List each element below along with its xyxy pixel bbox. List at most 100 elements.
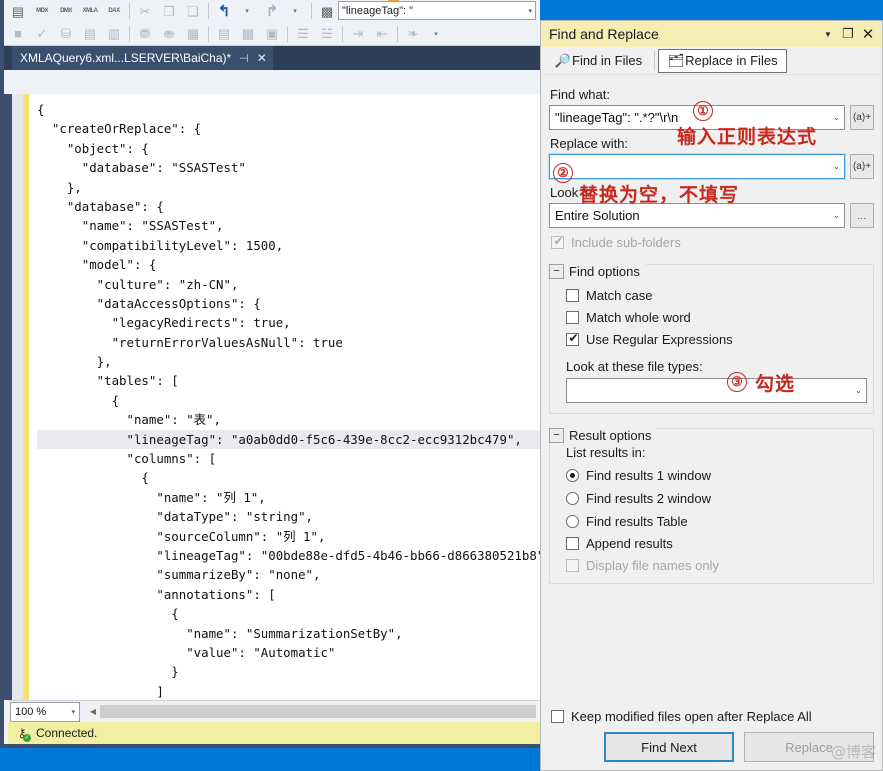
match-whole-word-row[interactable]: Match whole word [566, 310, 867, 325]
display-file-names-only-row[interactable]: Display file names only [566, 558, 867, 573]
code-editor[interactable]: { "createOrReplace": { "object": { "data… [4, 94, 540, 700]
chevron-down-icon[interactable]: ⌄ [851, 386, 862, 395]
collapse-toggle-icon[interactable]: − [549, 264, 564, 279]
chevron-down-icon[interactable]: ▾ [526, 7, 532, 15]
find-and-replace-dialog: Find and Replace ▼ ❐ ✕ 🔎 Find in Files 🗂… [540, 20, 883, 771]
comment-icon[interactable]: ☰ [292, 24, 314, 44]
find-what-input[interactable]: "lineageTag": ".*?"\r\n ⌄ [549, 105, 845, 130]
append-results-row[interactable]: Append results [566, 536, 867, 551]
include-subfolders-row[interactable]: Include sub-folders [551, 234, 874, 250]
results-grid-icon[interactable]: ⛂ [158, 24, 180, 44]
replace-regex-builder-button[interactable]: (a)+ [850, 154, 874, 179]
tab-find-in-files-label: Find in Files [572, 53, 643, 68]
bookmark-icon[interactable]: ❧ [402, 24, 424, 44]
results-file-icon[interactable]: ▤ [213, 24, 235, 44]
browse-folder-button[interactable]: ... [850, 203, 874, 228]
code-line: "dataType": "string", [37, 509, 314, 525]
client-stats-icon[interactable]: ▥ [103, 24, 125, 44]
find-results-1-row[interactable]: Find results 1 window [566, 468, 867, 483]
display-file-names-only-checkbox[interactable] [566, 559, 579, 572]
indent-icon[interactable]: ⇥ [347, 24, 369, 44]
template-explorer-icon[interactable]: ▣ [261, 24, 283, 44]
object-explorer-icon[interactable]: ▩ [237, 24, 259, 44]
cut-icon[interactable]: ✂ [134, 1, 156, 21]
quick-find-box[interactable]: "lineageTag": " ▾ [338, 1, 536, 20]
replace-with-input[interactable]: ⌄ [548, 153, 846, 180]
find-results-2-radio[interactable] [566, 492, 579, 505]
find-options-group: − Find options Match case Match whole wo… [549, 264, 874, 414]
horizontal-scrollbar[interactable]: ◀ [86, 704, 538, 719]
chevron-down-icon[interactable]: ▼ [818, 24, 838, 44]
close-icon[interactable]: ✕ [858, 24, 878, 44]
parse-icon[interactable]: ✓ [31, 24, 53, 44]
code-line: }, [37, 179, 82, 195]
undo-dropdown-icon[interactable]: ▾ [237, 1, 259, 21]
keep-modified-checkbox[interactable] [551, 710, 564, 723]
code-text[interactable]: { "createOrReplace": { "object": { "data… [29, 94, 540, 700]
find-regex-builder-button[interactable]: (a)+ [850, 105, 874, 130]
results-text-icon[interactable]: ▦ [182, 24, 204, 44]
query-options-icon[interactable]: ⛃ [134, 24, 156, 44]
use-regex-checkbox[interactable] [566, 331, 580, 346]
scrollbar-thumb[interactable] [100, 705, 536, 718]
find-results-1-radio[interactable] [566, 469, 579, 482]
look-in-select[interactable]: Entire Solution ⌄ [549, 203, 845, 228]
dmx-icon[interactable]: DMX [55, 1, 77, 21]
code-line: "columns": [ [37, 451, 217, 467]
close-icon[interactable]: ✕ [257, 51, 267, 65]
find-results-table-row[interactable]: Find results Table [566, 514, 867, 529]
maximize-icon[interactable]: ❐ [838, 24, 858, 44]
find-next-button[interactable]: Find Next [604, 732, 734, 762]
collapse-toggle-icon[interactable]: − [549, 428, 564, 443]
file-types-input[interactable]: ⌄ [566, 378, 867, 403]
scroll-left-arrow-icon[interactable]: ◀ [86, 707, 100, 716]
copy-icon[interactable]: ❐ [158, 1, 180, 21]
code-line: { [37, 470, 149, 486]
toolbar-separator [287, 25, 288, 42]
uncomment-icon[interactable]: ☱ [316, 24, 338, 44]
chevron-down-icon[interactable]: ⌄ [829, 162, 840, 171]
overflow-icon[interactable]: ▾ [426, 24, 448, 44]
find-results-2-row[interactable]: Find results 2 window [566, 491, 867, 506]
outdent-icon[interactable]: ⇤ [371, 24, 393, 44]
xmla-icon[interactable]: XMLA [79, 1, 101, 21]
replace-button[interactable]: Replace [744, 732, 874, 762]
redo-icon[interactable]: ↱ [261, 1, 283, 21]
tab-replace-in-files[interactable]: 🗂 Replace in Files [658, 48, 787, 73]
mdx-icon[interactable]: MDX [31, 1, 53, 21]
match-whole-word-checkbox[interactable] [566, 311, 579, 324]
undo-icon[interactable]: ↰ [213, 1, 235, 21]
zoom-level-value: 100 % [15, 705, 47, 718]
append-results-checkbox[interactable] [566, 537, 579, 550]
toolbar-separator [208, 3, 209, 19]
match-case-row[interactable]: Match case [566, 288, 867, 303]
match-case-checkbox[interactable] [566, 289, 579, 302]
chevron-down-icon[interactable]: ▾ [71, 708, 75, 716]
include-plan-icon[interactable]: ▤ [79, 24, 101, 44]
code-line: "legacyRedirects": true, [37, 315, 291, 331]
clear-icon[interactable]: ▩ [316, 1, 338, 21]
find-results-table-radio[interactable] [566, 515, 579, 528]
dialog-title-bar[interactable]: Find and Replace ▼ ❐ ✕ [541, 21, 882, 47]
zoom-level-selector[interactable]: 100 % ▾ [10, 701, 80, 722]
tab-find-in-files[interactable]: 🔎 Find in Files [545, 49, 651, 73]
document-tab-strip: XMLAQuery6.xml...LSERVER\BaiCha)* ⊣ ✕ [4, 46, 540, 70]
execute-icon[interactable]: ▤ [7, 1, 29, 21]
redo-dropdown-icon[interactable]: ▾ [285, 1, 307, 21]
pin-icon[interactable]: ⊣ [239, 52, 249, 65]
stop-icon[interactable]: ■ [7, 24, 29, 44]
code-line: "annotations": [ [37, 586, 276, 602]
paste-icon[interactable]: ❏ [182, 1, 204, 21]
dax-icon[interactable]: DAX [103, 1, 125, 21]
chevron-down-icon[interactable]: ⌄ [829, 113, 840, 122]
document-tab-xmlaquery6[interactable]: XMLAQuery6.xml...LSERVER\BaiCha)* ⊣ ✕ [12, 46, 273, 70]
use-regex-row[interactable]: Use Regular Expressions [566, 331, 867, 347]
match-whole-word-label: Match whole word [586, 310, 691, 325]
code-line: "name": "SSASTest", [37, 218, 224, 234]
chevron-down-icon[interactable]: ⌄ [829, 211, 840, 220]
keep-modified-row[interactable]: Keep modified files open after Replace A… [551, 709, 874, 724]
include-subfolders-checkbox[interactable] [551, 234, 565, 249]
display-plan-icon[interactable]: ⛁ [55, 24, 77, 44]
document-tab-label: XMLAQuery6.xml...LSERVER\BaiCha)* [20, 51, 232, 65]
toolbar-separator [129, 25, 130, 42]
